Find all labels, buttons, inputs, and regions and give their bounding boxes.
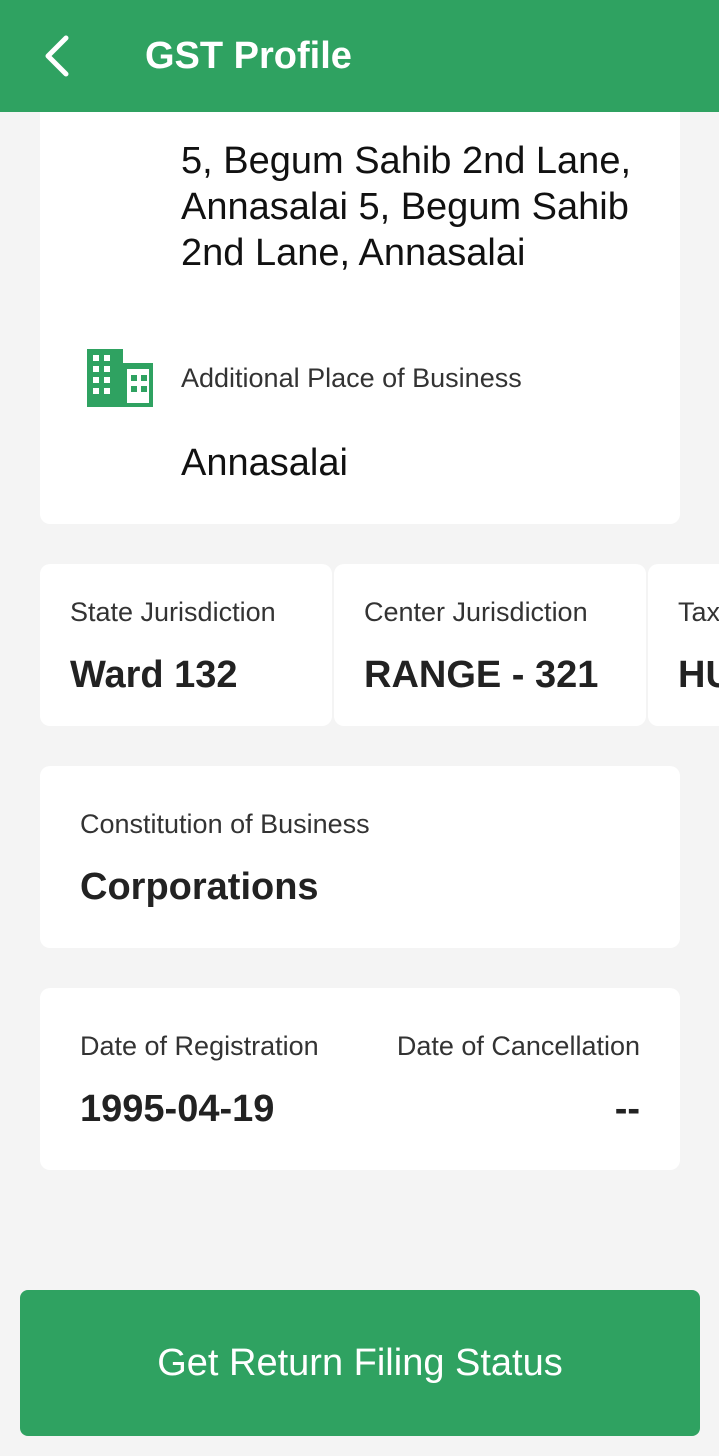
additional-place-label: Additional Place of Business xyxy=(181,363,522,393)
registration-date-label: Date of Registration xyxy=(80,1031,319,1061)
principal-address: 5, Begum Sahib 2nd Lane, Annasalai 5, Be… xyxy=(181,140,632,274)
state-jurisdiction-label: State Jurisdiction xyxy=(70,597,276,627)
app-bar: GST Profile xyxy=(0,0,719,112)
back-button[interactable] xyxy=(30,26,86,86)
additional-place-value: Annasalai xyxy=(181,442,348,484)
taxpayer-type-card: Tax HU xyxy=(648,564,719,726)
constitution-card: Constitution of Business Corporations xyxy=(40,766,680,948)
cancellation-date-value: -- xyxy=(614,1088,640,1130)
page-title: GST Profile xyxy=(145,35,352,77)
taxpayer-type-label: Tax xyxy=(678,597,719,627)
address-card: 5, Begum Sahib 2nd Lane, Annasalai 5, Be… xyxy=(40,100,680,524)
center-jurisdiction-card: Center Jurisdiction RANGE - 321 xyxy=(334,564,646,726)
constitution-value: Corporations xyxy=(80,866,319,908)
state-jurisdiction-card: State Jurisdiction Ward 132 xyxy=(40,564,332,726)
center-jurisdiction-value: RANGE - 321 xyxy=(364,654,599,696)
taxpayer-type-value: HU xyxy=(678,654,719,696)
get-return-filing-status-button[interactable]: Get Return Filing Status xyxy=(20,1290,700,1436)
chevron-left-icon xyxy=(45,35,69,77)
building-icon xyxy=(87,349,153,407)
registration-date-value: 1995-04-19 xyxy=(80,1088,275,1130)
dates-card: Date of Registration 1995-04-19 Date of … xyxy=(40,988,680,1170)
constitution-label: Constitution of Business xyxy=(80,809,370,839)
center-jurisdiction-label: Center Jurisdiction xyxy=(364,597,588,627)
state-jurisdiction-value: Ward 132 xyxy=(70,654,238,696)
cancellation-date-label: Date of Cancellation xyxy=(396,1031,640,1061)
